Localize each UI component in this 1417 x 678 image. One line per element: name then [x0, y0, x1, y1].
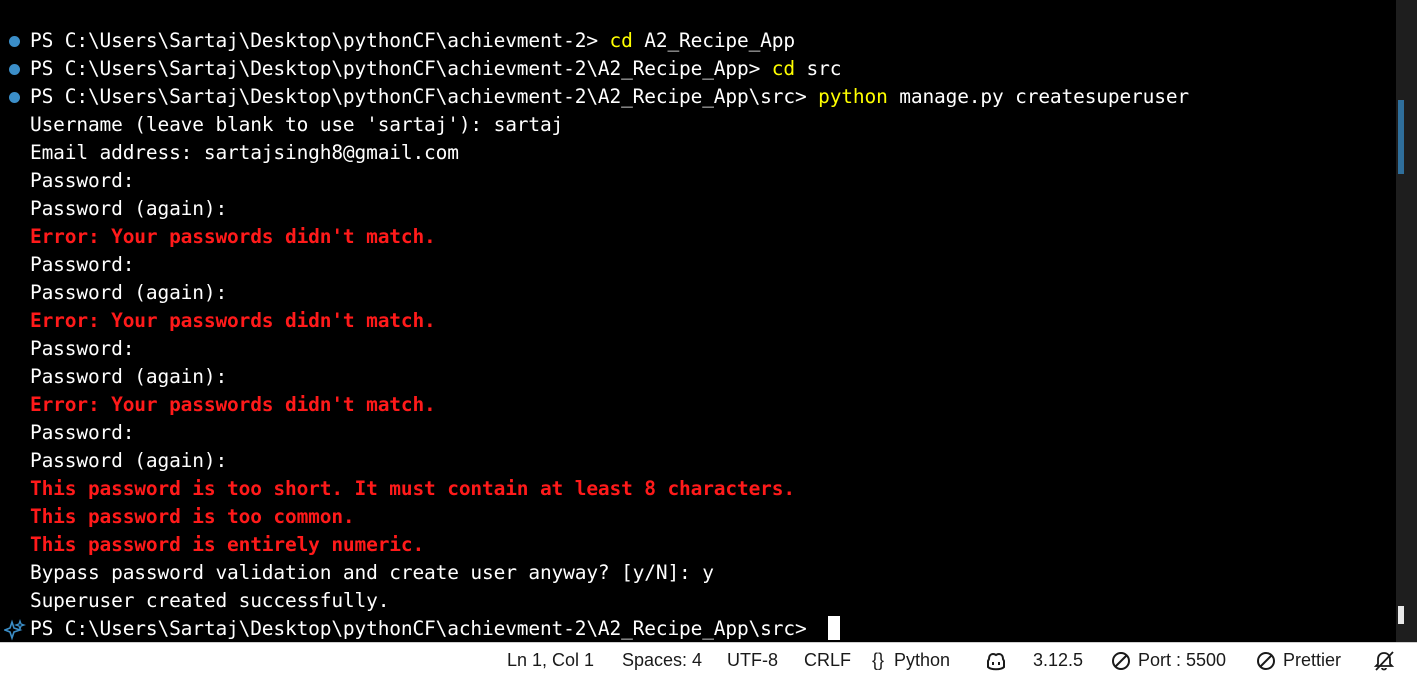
language-mode-item[interactable]: {} Python [872, 643, 950, 678]
prompt-text: PS C:\Users\Sartaj\Desktop\pythonCF\achi… [30, 617, 819, 640]
python-version-item[interactable]: 3.12.5 [1033, 643, 1083, 678]
indentation-label: Spaces: 4 [622, 650, 703, 670]
terminal-output-line: Password: [30, 169, 135, 192]
terminal-output-line: Email address: sartajsingh8@gmail.com [30, 141, 459, 164]
command-decoration-icon[interactable] [9, 92, 20, 103]
copilot-item[interactable] [985, 643, 1007, 678]
bell-muted-icon [1373, 650, 1395, 672]
cursor-position-label: Ln 1, Col 1 [507, 650, 595, 670]
python-version-label: 3.12.5 [1033, 650, 1084, 670]
command-name: cd [771, 57, 795, 80]
terminal-error-line: Error: Your passwords didn't match. [30, 225, 436, 248]
prettier-label: Prettier [1283, 650, 1342, 670]
cursor-position-item[interactable]: Ln 1, Col 1 [507, 643, 594, 678]
terminal-command-line: PS C:\Users\Sartaj\Desktop\pythonCF\achi… [0, 83, 1189, 111]
terminal-output-line: Password: [30, 337, 135, 360]
live-server-port-item[interactable]: Port : 5500 [1111, 643, 1226, 678]
terminal-error-line: This password is entirely numeric. [30, 533, 425, 556]
terminal-output-line: Superuser created successfully. [30, 589, 390, 612]
terminal-command-line: PS C:\Users\Sartaj\Desktop\pythonCF\achi… [0, 55, 1189, 83]
terminal-output: PS C:\Users\Sartaj\Desktop\pythonCF\achi… [0, 27, 1189, 642]
sparkle-icon[interactable] [4, 619, 26, 641]
command-name: python [818, 85, 888, 108]
terminal-error-line: Error: Your passwords didn't match. [30, 309, 436, 332]
terminal-error-line: Error: Your passwords didn't match. [30, 393, 436, 416]
circle-slash-icon [1256, 651, 1276, 671]
terminal-cursor [828, 616, 841, 640]
terminal-error-line: This password is too short. It must cont… [30, 477, 795, 500]
language-mode-label: Python [894, 650, 951, 670]
terminal-command-line: PS C:\Users\Sartaj\Desktop\pythonCF\achi… [0, 27, 1189, 55]
terminal-output-line: Password (again): [30, 281, 228, 304]
braces-icon: {} [872, 650, 885, 670]
encoding-item[interactable]: UTF-8 [727, 643, 778, 678]
command-args: manage.py createsuperuser [887, 85, 1190, 108]
port-label: Port : 5500 [1138, 650, 1227, 670]
prompt-text: PS C:\Users\Sartaj\Desktop\pythonCF\achi… [30, 29, 610, 52]
terminal-output-line: Password: [30, 421, 135, 444]
line-ending-item[interactable]: CRLF [804, 643, 851, 678]
terminal-error-line: This password is too common. [30, 505, 355, 528]
encoding-label: UTF-8 [727, 650, 778, 670]
copilot-icon [985, 651, 1007, 671]
prompt-text: PS C:\Users\Sartaj\Desktop\pythonCF\achi… [30, 57, 772, 80]
circle-slash-icon [1111, 651, 1131, 671]
command-name: cd [609, 29, 633, 52]
notifications-item[interactable] [1373, 643, 1395, 678]
command-args: A2_Recipe_App [632, 29, 795, 52]
terminal-current-prompt: PS C:\Users\Sartaj\Desktop\pythonCF\achi… [0, 615, 1189, 642]
terminal-output-line: Username (leave blank to use 'sartaj'): … [30, 113, 564, 136]
prompt-text: PS C:\Users\Sartaj\Desktop\pythonCF\achi… [30, 85, 819, 108]
terminal-output-line: Password (again): [30, 197, 228, 220]
line-ending-label: CRLF [804, 650, 852, 670]
scrollbar-marker [1398, 100, 1404, 174]
scrollbar-thumb[interactable] [1398, 606, 1404, 624]
terminal-output-line: Bypass password validation and create us… [30, 561, 714, 584]
command-decoration-icon[interactable] [9, 36, 20, 47]
prettier-item[interactable]: Prettier [1256, 643, 1341, 678]
terminal-scrollbar[interactable] [1396, 0, 1417, 642]
terminal-output-line: Password (again): [30, 365, 228, 388]
command-decoration-icon[interactable] [9, 64, 20, 75]
terminal-panel[interactable]: PS C:\Users\Sartaj\Desktop\pythonCF\achi… [0, 0, 1396, 642]
terminal-output-line: Password (again): [30, 449, 228, 472]
terminal-output-line: Password: [30, 253, 135, 276]
indentation-item[interactable]: Spaces: 4 [622, 643, 702, 678]
status-bar: Ln 1, Col 1 Spaces: 4 UTF-8 CRLF {} Pyth… [0, 642, 1417, 678]
command-args: src [794, 57, 842, 80]
